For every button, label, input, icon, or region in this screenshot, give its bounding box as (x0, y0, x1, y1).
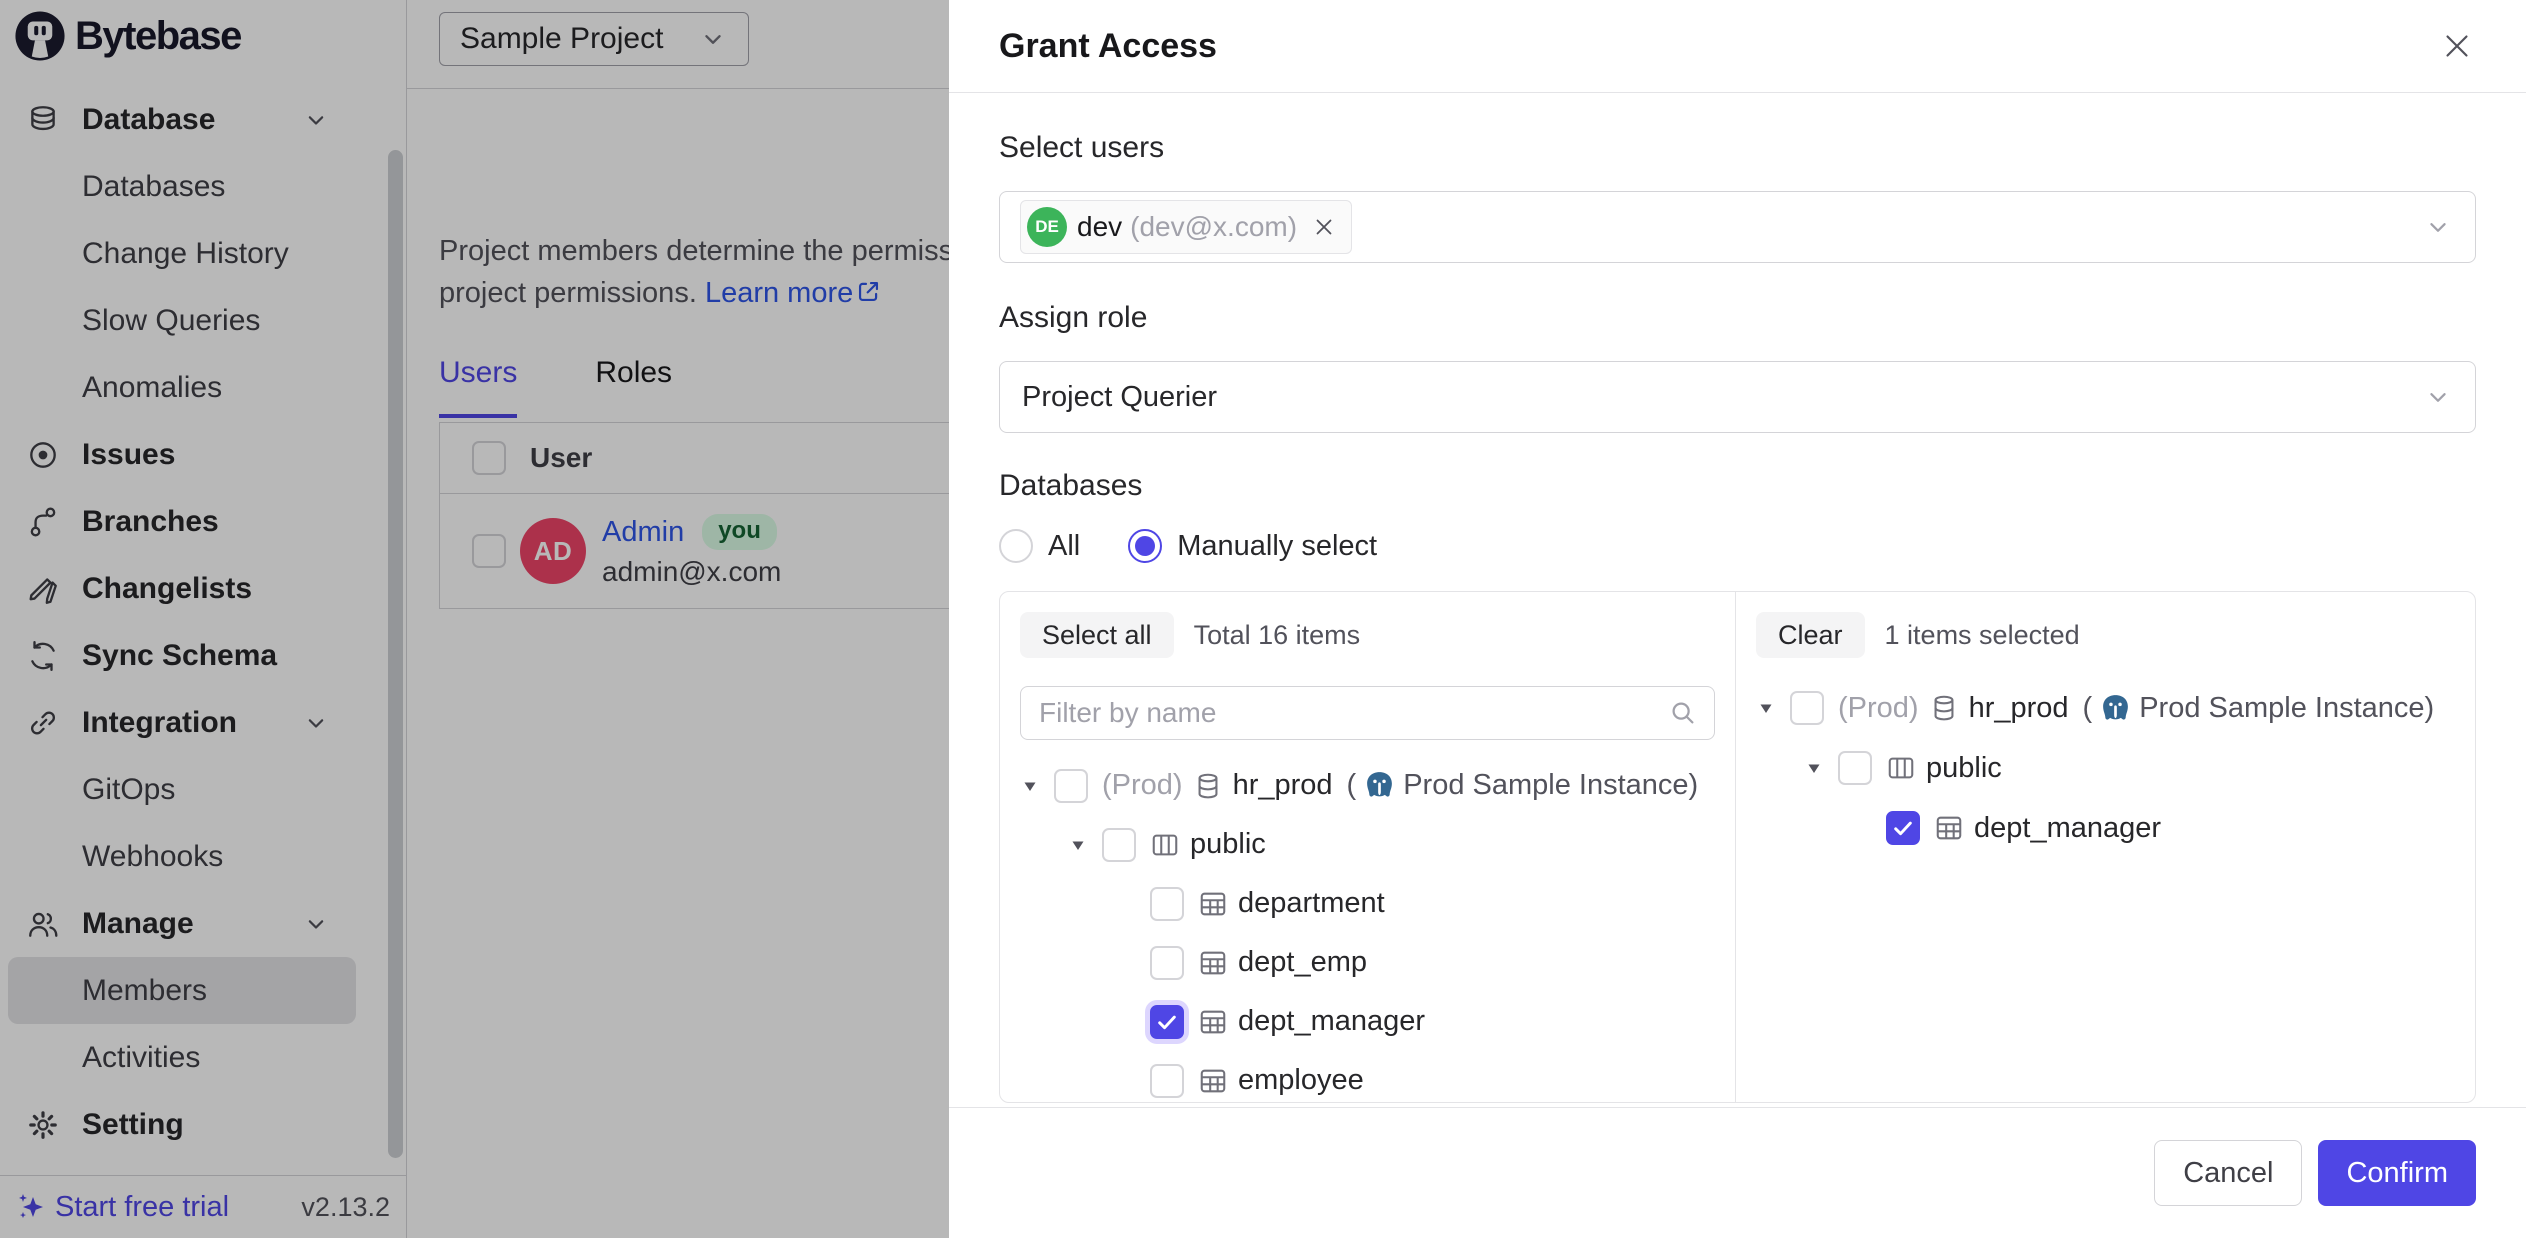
checkbox-dept_emp[interactable] (1150, 946, 1184, 980)
table-icon (1934, 813, 1964, 843)
assign-role-label: Assign role (999, 301, 2476, 335)
environment-label: (Prod) (1838, 692, 1919, 725)
tree-row-public: public (1020, 815, 1715, 874)
search-icon (1668, 698, 1698, 728)
table-icon (1198, 889, 1228, 919)
tree-node-name: hr_prod (1969, 692, 2069, 725)
selected-tree: (Prod) hr_prod ( Prod Sample Instance) publi… (1756, 678, 2455, 858)
modal-body: Select users DE dev (dev@x.com) Assign r… (949, 93, 2526, 1108)
tree-row-dept_manager: dept_manager (1756, 798, 2455, 858)
instance-paren: ( (1347, 769, 1357, 802)
source-pane: Select all Total 16 items (Prod)hr_prod(… (1000, 592, 1736, 1102)
cancel-button[interactable]: Cancel (2154, 1140, 2302, 1206)
chevron-down-icon (2423, 382, 2453, 412)
tree-row-dept_emp: dept_emp (1020, 933, 1715, 992)
modal-header: Grant Access (949, 0, 2526, 93)
modal-title: Grant Access (999, 27, 1217, 66)
caret-expand-icon[interactable] (1756, 698, 1778, 718)
modal-backdrop[interactable] (0, 0, 949, 1238)
database-icon (1193, 771, 1223, 801)
source-pane-header: Select all Total 16 items (1020, 612, 1715, 658)
schema-icon (1886, 753, 1916, 783)
tree-node-name: public (1190, 828, 1266, 861)
select-all-button[interactable]: Select all (1020, 612, 1174, 658)
radio-manually-select[interactable]: Manually select (1128, 529, 1377, 563)
radio-manual-label: Manually select (1177, 530, 1377, 563)
environment-label: (Prod) (1102, 769, 1183, 802)
table-icon (1198, 1007, 1228, 1037)
radio-all[interactable]: All (999, 529, 1080, 563)
filter-input[interactable] (1037, 696, 1668, 730)
checkbox-hr_prod[interactable] (1790, 691, 1824, 725)
remove-user-icon[interactable] (1311, 214, 1337, 240)
tree-node-name: dept_manager (1238, 1005, 1425, 1038)
source-tree: (Prod) hr_prod ( Prod Sample Instance) publi… (1020, 756, 1715, 1102)
select-users-label: Select users (999, 131, 2476, 165)
role-select-value: Project Querier (1022, 381, 1217, 414)
tree-row-hr_prod: (Prod) hr_prod ( Prod Sample Instance) (1020, 756, 1715, 815)
caret-expand-icon[interactable] (1020, 776, 1042, 796)
tree-node-name: dept_manager (1974, 812, 2161, 845)
avatar: DE (1027, 207, 1067, 247)
tree-row-hr_prod: (Prod) hr_prod ( Prod Sample Instance) (1756, 678, 2455, 738)
tree-row-dept_manager: dept_manager (1020, 992, 1715, 1051)
radio-all-label: All (1048, 530, 1080, 563)
database-scope-radios: All Manually select (999, 529, 2476, 563)
databases-label: Databases (999, 469, 2476, 503)
checkbox-department[interactable] (1150, 887, 1184, 921)
tree-node-name: public (1926, 752, 2002, 785)
selected-pane: Clear 1 items selected (Prod)hr_prod(Pro… (1736, 592, 2475, 1102)
tree-node-name: employee (1238, 1064, 1364, 1097)
total-items-label: Total 16 items (1194, 620, 1361, 651)
select-users-input[interactable]: DE dev (dev@x.com) (999, 191, 2476, 263)
clear-button[interactable]: Clear (1756, 612, 1865, 658)
checkbox-employee[interactable] (1150, 1064, 1184, 1098)
instance-name: Prod Sample Instance) (1403, 769, 1698, 802)
table-icon (1198, 1066, 1228, 1096)
database-transfer-panel: Select all Total 16 items (Prod)hr_prod(… (999, 591, 2476, 1103)
caret-expand-icon[interactable] (1804, 758, 1826, 778)
selected-user-name: dev (1077, 211, 1122, 243)
postgresql-icon (1363, 769, 1396, 802)
selected-user-tag: DE dev (dev@x.com) (1020, 200, 1352, 254)
close-icon[interactable] (2438, 27, 2476, 65)
postgresql-icon (2099, 692, 2132, 725)
tree-node-name: hr_prod (1233, 769, 1333, 802)
tree-node-name: department (1238, 887, 1385, 920)
database-icon (1929, 693, 1959, 723)
modal-footer: Cancel Confirm (949, 1107, 2526, 1238)
checkbox-dept_manager[interactable] (1150, 1005, 1184, 1039)
radio-icon (999, 529, 1033, 563)
grant-access-modal: Grant Access Select users DE dev (dev@x.… (949, 0, 2526, 1238)
tree-row-department: department (1020, 874, 1715, 933)
selected-pane-header: Clear 1 items selected (1756, 612, 2455, 658)
radio-selected-icon (1128, 529, 1162, 563)
checkbox-dept_manager[interactable] (1886, 811, 1920, 845)
confirm-button[interactable]: Confirm (2318, 1140, 2476, 1206)
filter-box (1020, 686, 1715, 740)
selected-user-email: (dev@x.com) (1130, 211, 1297, 243)
instance-name: Prod Sample Instance) (2139, 692, 2434, 725)
tree-node-name: dept_emp (1238, 946, 1367, 979)
checkbox-public[interactable] (1102, 828, 1136, 862)
table-icon (1198, 948, 1228, 978)
selected-count-label: 1 items selected (1885, 620, 2080, 651)
role-select[interactable]: Project Querier (999, 361, 2476, 433)
checkbox-hr_prod[interactable] (1054, 769, 1088, 803)
tree-row-employee: employee (1020, 1051, 1715, 1102)
instance-paren: ( (2083, 692, 2093, 725)
chevron-down-icon (2423, 212, 2453, 242)
tree-row-public: public (1756, 738, 2455, 798)
schema-icon (1150, 830, 1180, 860)
caret-expand-icon[interactable] (1068, 835, 1090, 855)
checkbox-public[interactable] (1838, 751, 1872, 785)
